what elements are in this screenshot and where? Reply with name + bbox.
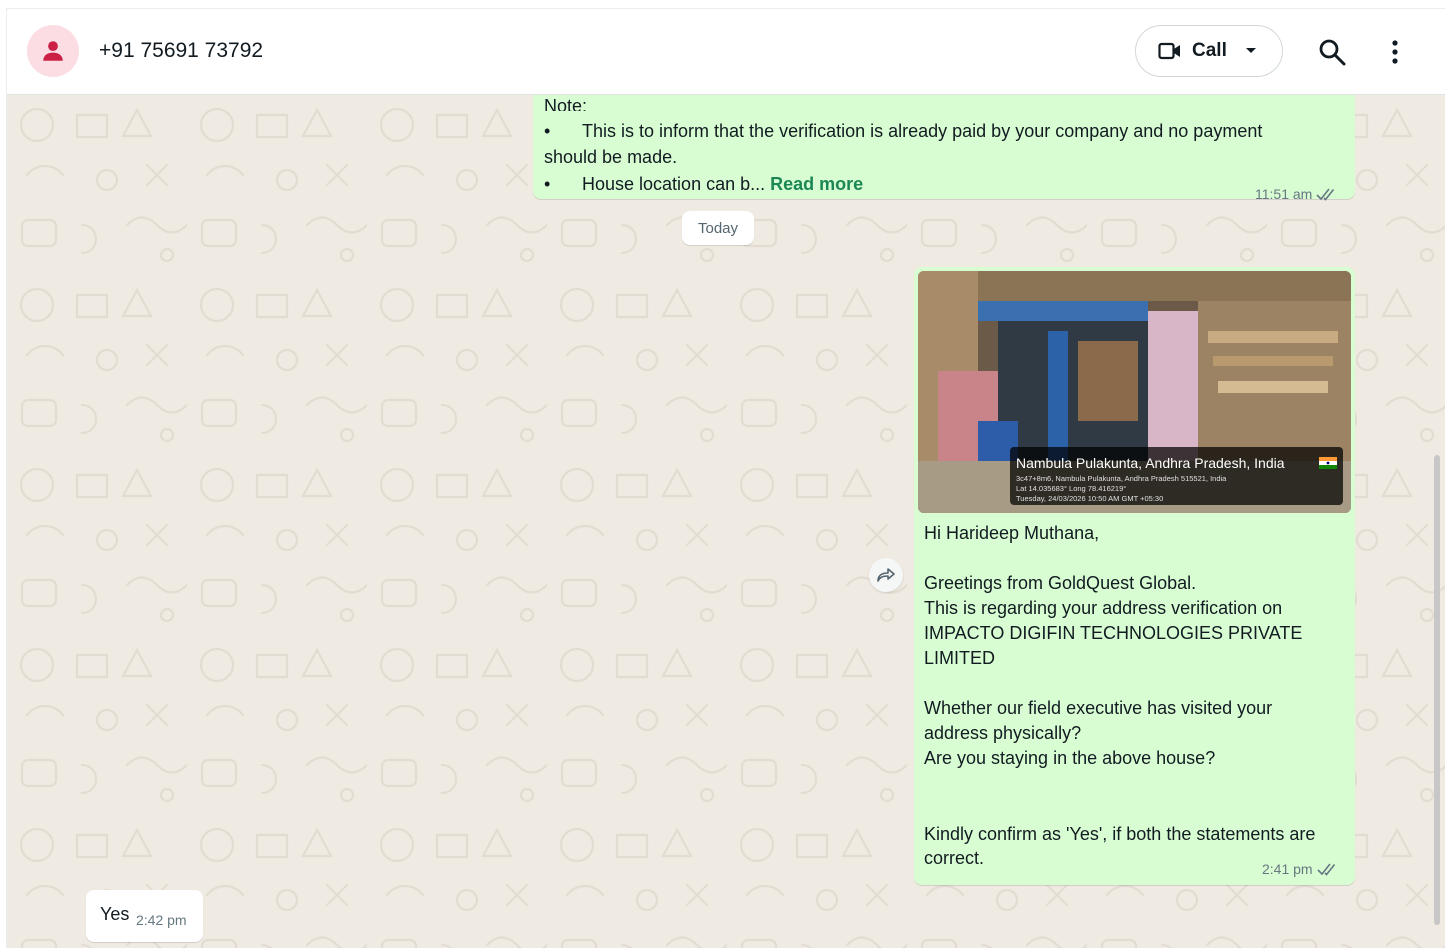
message-timestamp: 2:42 pm [136,912,187,928]
geotag-datetime: Tuesday, 24/03/2026 10:50 AM GMT +05:30 [1016,494,1164,503]
message-time: 2:42 pm [136,912,187,928]
message-timestamp: 2:41 pm [1262,861,1339,877]
message-bubble-outgoing[interactable]: Note: • This is to inform that the verifi… [533,95,1355,202]
call-button[interactable]: Call [1135,25,1283,77]
call-button-label: Call [1192,40,1227,61]
message-line: Whether our field executive has visited … [924,698,1273,718]
message-timestamp: 11:51 am [1255,186,1338,202]
bullet: • [544,174,551,194]
chevron-down-icon [1245,48,1256,53]
chat-header: +91 75691 73792 Call [7,9,1445,95]
message-line: IMPACTO DIGIFIN TECHNOLOGIES PRIVATE [924,623,1303,643]
message-line: address physically? [924,723,1082,743]
message-line: correct. [924,848,985,868]
geotag-overlay: Nambula Pulakunta, Andhra Pradesh, India… [1010,447,1343,505]
message-line: • House location can b... Read more [544,174,863,195]
contact-avatar[interactable] [27,25,79,77]
message-line: Greetings from GoldQuest Global. [924,573,1197,593]
double-check-icon [1316,188,1335,201]
message-partial-label: Note: [544,97,588,111]
message-bubble-outgoing[interactable]: Nambula Pulakunta, Andhra Pradesh, India… [914,267,1355,885]
geotag-coords: Lat 14.035683° Long 78.416219° [1016,484,1127,493]
contact-name[interactable]: +91 75691 73792 [99,39,263,63]
message-text: This is to inform that the verification … [582,121,1263,141]
bullet: • [544,121,551,141]
video-call-icon [1158,42,1180,60]
message-line: LIMITED [924,648,996,668]
message-line: Kindly confirm as 'Yes', if both the sta… [924,824,1316,844]
geotag-title: Nambula Pulakunta, Andhra Pradesh, India [1016,455,1285,471]
geotag-address: 3c47+8m6, Nambula Pulakunta, Andhra Prad… [1016,474,1227,483]
message-line: Hi Harideep Muthana, [924,523,1100,543]
message-text: House location can b... [582,174,766,194]
more-options-icon[interactable] [1385,37,1405,67]
search-icon[interactable] [1317,37,1347,67]
read-more-link[interactable]: Read more [770,174,863,194]
forward-icon [877,568,895,582]
message-text: Yes [100,904,130,924]
person-icon [43,41,63,61]
chat-window: +91 75691 73792 Call Note: • This is to … [6,8,1445,948]
message-line: This is regarding your address verificat… [924,598,1283,618]
message-line: should be made. [544,147,678,167]
message-line: Are you staying in the above house? [924,748,1216,768]
double-check-icon [1317,863,1335,876]
message-time: 2:41 pm [1262,861,1313,877]
message-line: • This is to inform that the verification… [544,121,1262,142]
message-time: 11:51 am [1255,186,1313,202]
chat-area[interactable]: Note: • This is to inform that the verifi… [7,95,1445,948]
scrollbar-thumb[interactable] [1434,455,1440,925]
date-divider: Today [682,211,754,245]
message-bubble-incoming[interactable]: Yes 2:42 pm [86,890,203,942]
message-photo[interactable]: Nambula Pulakunta, Andhra Pradesh, India… [918,271,1351,513]
forward-button[interactable] [869,558,903,592]
india-flag-icon [1319,457,1337,469]
